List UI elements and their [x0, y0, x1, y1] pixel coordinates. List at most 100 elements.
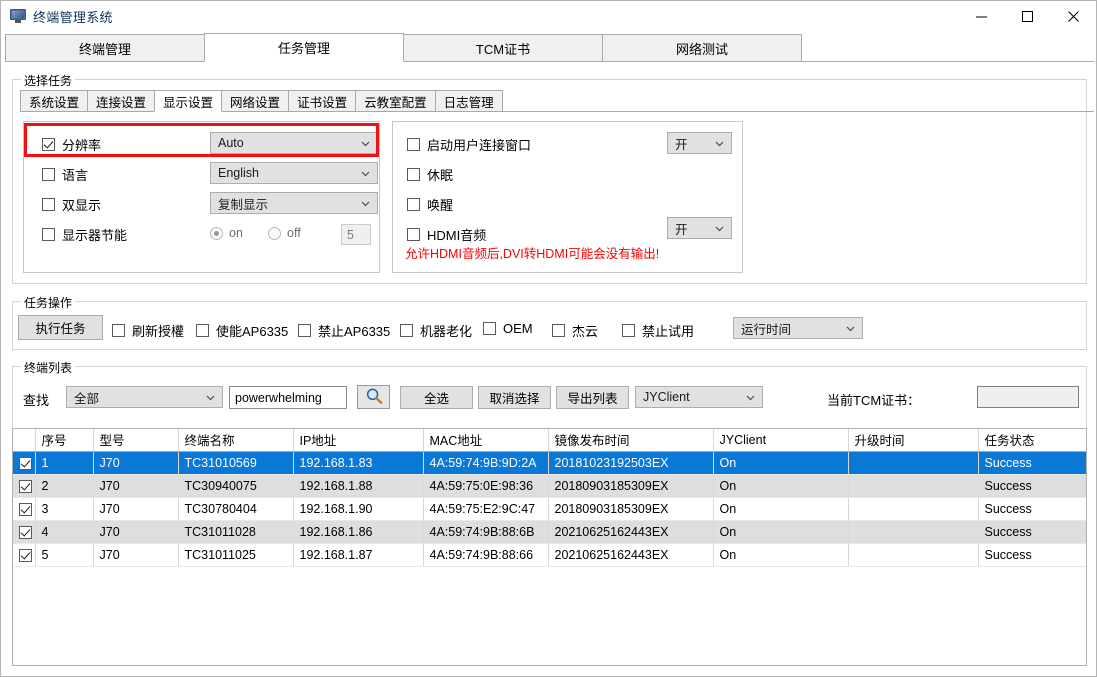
table-row[interactable]: 2 J70 TC30940075 192.168.1.88 4A:59:75:0… — [13, 474, 1086, 498]
resolution-checkbox-row[interactable]: 分辨率 — [42, 135, 101, 154]
table-row[interactable]: 1 J70 TC31010569 192.168.1.83 4A:59:74:9… — [13, 451, 1086, 475]
machine-aging-checkbox-row[interactable]: 机器老化 — [400, 321, 472, 340]
row-checkbox-cell[interactable] — [13, 497, 36, 521]
search-input-value: powerwhelming — [235, 390, 322, 405]
subtab-system-settings[interactable]: 系统设置 — [20, 90, 89, 112]
header-checkbox[interactable] — [13, 429, 36, 452]
sleep-checkbox-row[interactable]: 休眠 — [407, 165, 453, 184]
row-checkbox[interactable] — [19, 525, 32, 539]
filter-select[interactable]: 全部 — [66, 386, 223, 408]
power-save-checkbox-row[interactable]: 显示器节能 — [42, 225, 127, 244]
oem-checkbox[interactable] — [483, 322, 496, 335]
header-upgrade-time[interactable]: 升级时间 — [848, 429, 979, 452]
power-save-on-radio[interactable] — [210, 226, 223, 240]
terminal-table[interactable]: 序号 型号 终端名称 IP地址 MAC地址 镜像发布时间 JYClient 升级… — [12, 428, 1087, 666]
disable-trial-checkbox-row[interactable]: 禁止试用 — [622, 321, 694, 340]
display-left-panel: 分辨率 Auto 语言 English 双显示 复制显示 显示器节能 on of… — [23, 121, 380, 273]
enable-ap6335-checkbox-row[interactable]: 使能AP6335 — [196, 321, 288, 340]
row-checkbox[interactable] — [19, 456, 32, 470]
close-icon[interactable] — [1050, 1, 1096, 31]
tab-tcm-cert[interactable]: TCM证书 — [403, 34, 603, 62]
header-task-status[interactable]: 任务状态 — [978, 429, 1086, 452]
user-connect-window-label: 启动用户连接窗口 — [427, 138, 532, 153]
header-ip-address[interactable]: IP地址 — [293, 429, 424, 452]
maximize-icon[interactable] — [1004, 1, 1050, 31]
search-input[interactable]: powerwhelming — [229, 386, 347, 409]
cell-upgrade-time — [848, 520, 979, 544]
tab-task-manage[interactable]: 任务管理 — [204, 33, 404, 62]
power-save-on-radio-row[interactable]: on — [210, 226, 243, 240]
row-checkbox[interactable] — [19, 502, 32, 516]
subtab-log-management[interactable]: 日志管理 — [434, 90, 503, 112]
subtab-connection-settings[interactable]: 连接设置 — [87, 90, 156, 112]
resolution-checkbox[interactable] — [42, 138, 55, 151]
tab-terminal-manage[interactable]: 终端管理 — [5, 34, 205, 62]
language-select[interactable]: English — [210, 162, 378, 184]
enable-ap6335-checkbox[interactable] — [196, 324, 209, 337]
row-checkbox-cell[interactable] — [13, 543, 36, 567]
refresh-auth-checkbox-row[interactable]: 刷新授權 — [112, 321, 184, 340]
hdmi-audio-label: HDMI音频 — [427, 228, 487, 243]
minimize-icon[interactable] — [958, 1, 1004, 31]
dual-display-checkbox-row[interactable]: 双显示 — [42, 195, 101, 214]
cell-terminal-name: TC31011025 — [178, 543, 294, 567]
language-checkbox-row[interactable]: 语言 — [42, 165, 88, 184]
export-list-button[interactable]: 导出列表 — [556, 386, 629, 409]
wake-checkbox[interactable] — [407, 198, 420, 211]
main-tab-bar: 终端管理 任务管理 TCM证书 网络测试 — [5, 33, 1094, 62]
table-row[interactable]: 3 J70 TC30780404 192.168.1.90 4A:59:75:E… — [13, 497, 1086, 521]
hdmi-audio-checkbox-row[interactable]: HDMI音频 — [407, 225, 486, 244]
header-terminal-name[interactable]: 终端名称 — [178, 429, 294, 452]
table-row[interactable]: 5 J70 TC31011025 192.168.1.87 4A:59:74:9… — [13, 543, 1086, 567]
runtime-select[interactable]: 运行时间 — [733, 317, 863, 339]
oem-checkbox-row[interactable]: OEM — [483, 321, 533, 336]
header-jyclient[interactable]: JYClient — [713, 429, 849, 452]
power-save-checkbox[interactable] — [42, 228, 55, 241]
jieyun-checkbox-row[interactable]: 杰云 — [552, 321, 598, 340]
disable-ap6335-checkbox[interactable] — [298, 324, 311, 337]
execute-task-button[interactable]: 执行任务 — [18, 315, 103, 340]
subtab-cloud-classroom-config[interactable]: 云教室配置 — [355, 90, 436, 112]
jieyun-checkbox[interactable] — [552, 324, 565, 337]
row-checkbox-cell[interactable] — [13, 520, 36, 544]
header-model[interactable]: 型号 — [93, 429, 179, 452]
table-row[interactable]: 4 J70 TC31011028 192.168.1.86 4A:59:74:9… — [13, 520, 1086, 544]
user-connect-window-checkbox[interactable] — [407, 138, 420, 151]
header-image-release-time[interactable]: 镜像发布时间 — [548, 429, 714, 452]
row-checkbox-cell[interactable] — [13, 474, 36, 498]
machine-aging-checkbox[interactable] — [400, 324, 413, 337]
subtab-cert-settings[interactable]: 证书设置 — [288, 90, 357, 112]
jieyun-label: 杰云 — [572, 324, 599, 339]
dual-display-select[interactable]: 复制显示 — [210, 192, 378, 214]
row-checkbox[interactable] — [19, 548, 32, 562]
sleep-checkbox[interactable] — [407, 168, 420, 181]
tab-network-test[interactable]: 网络测试 — [602, 34, 802, 62]
power-save-off-radio-row[interactable]: off — [268, 226, 301, 240]
hdmi-audio-select[interactable]: 开 — [667, 217, 732, 239]
power-save-off-radio[interactable] — [268, 226, 281, 240]
wake-checkbox-row[interactable]: 唤醒 — [407, 195, 453, 214]
language-checkbox[interactable] — [42, 168, 55, 181]
hdmi-audio-checkbox[interactable] — [407, 228, 420, 241]
disable-ap6335-checkbox-row[interactable]: 禁止AP6335 — [298, 321, 390, 340]
row-checkbox[interactable] — [19, 479, 32, 493]
subtab-display-settings[interactable]: 显示设置 — [154, 90, 223, 112]
user-connect-window-select[interactable]: 开 — [667, 132, 732, 154]
select-all-button[interactable]: 全选 — [400, 386, 473, 409]
subtab-network-settings[interactable]: 网络设置 — [221, 90, 290, 112]
power-save-minutes-input[interactable]: 5 — [341, 224, 371, 245]
deselect-button[interactable]: 取消选择 — [478, 386, 551, 409]
header-mac-address[interactable]: MAC地址 — [423, 429, 549, 452]
resolution-select[interactable]: Auto — [210, 132, 378, 154]
refresh-auth-checkbox[interactable] — [112, 324, 125, 337]
monitor-icon — [10, 9, 26, 23]
user-connect-window-checkbox-row[interactable]: 启动用户连接窗口 — [407, 135, 531, 154]
machine-aging-label: 机器老化 — [420, 324, 473, 339]
dual-display-checkbox[interactable] — [42, 198, 55, 211]
header-seq[interactable]: 序号 — [35, 429, 94, 452]
search-button[interactable] — [357, 385, 390, 409]
row-checkbox-cell[interactable] — [13, 451, 36, 475]
client-select-value: JYClient — [643, 390, 690, 404]
client-select[interactable]: JYClient — [635, 386, 763, 408]
disable-trial-checkbox[interactable] — [622, 324, 635, 337]
